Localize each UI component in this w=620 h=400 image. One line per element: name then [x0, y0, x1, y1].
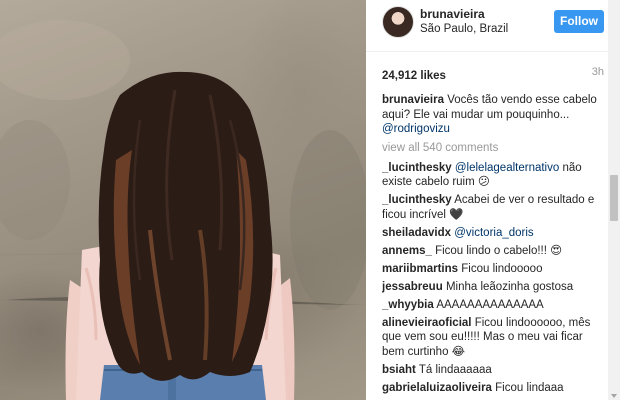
comment-username[interactable]: annems_ [382, 245, 432, 257]
likes-count[interactable]: 24,912 likes [382, 70, 446, 82]
comment-item: _lucinthesky Acabei de ver o resultado e… [382, 193, 604, 222]
comment-text: AAAAAAAAAAAAAA [436, 298, 544, 311]
comment-item: _lucinthesky @lelelagealternativo não ex… [382, 161, 604, 190]
post-photo[interactable] [0, 0, 366, 400]
comment-username[interactable]: alinevieiraoficial [382, 317, 472, 329]
post-details-panel: brunavieira São Paulo, Brazil Follow 24,… [366, 0, 620, 400]
comments-list: brunavieira Vocês tão vendo esse cabelo … [382, 93, 604, 400]
comment-item: sheiladavidx @victoria_doris [382, 226, 604, 241]
location-link[interactable]: São Paulo, Brazil [420, 23, 508, 35]
comment-username[interactable]: sheiladavidx [382, 227, 451, 239]
comment-username[interactable]: gabrielaluizaoliveira [382, 382, 492, 394]
comment-text: Ficou lindo o cabelo!!! 😍 [435, 244, 563, 257]
comment-text: Minha leãozinha gostosa [445, 280, 574, 293]
caption-username[interactable]: brunavieira [382, 94, 444, 106]
triangle-down-icon[interactable] [611, 394, 617, 398]
avatar[interactable] [382, 6, 414, 38]
comment-item: _whyybia AAAAAAAAAAAAAA [382, 298, 604, 313]
caption-mention[interactable]: @rodrigovizu [382, 123, 450, 135]
post-time[interactable]: 3h [592, 66, 604, 78]
comment-username[interactable]: _lucinthesky [382, 194, 452, 206]
scrollbar-thumb[interactable] [610, 175, 618, 221]
comment-item: mariibmartins Ficou lindooooo [382, 262, 604, 277]
comment-mention[interactable]: @lelelagealternativo [455, 162, 559, 174]
comment-item: bsiaht Tá lindaaaaaa [382, 363, 604, 378]
comment-username[interactable]: mariibmartins [382, 263, 458, 275]
view-all-comments-link[interactable]: view all 540 comments [382, 141, 604, 155]
comment-item: annems_ Ficou lindo o cabelo!!! 😍 [382, 244, 604, 259]
comment-item: jessabreuu Minha leãozinha gostosa [382, 280, 604, 295]
comment-username[interactable]: _lucinthesky [382, 162, 452, 174]
comment-item: alinevieiraoficial Ficou lindoooooo, mês… [382, 316, 604, 360]
username-link[interactable]: brunavieira [420, 7, 485, 21]
comment-item: gabrielaluizaoliveira Ficou lindaaa [382, 381, 604, 396]
comment-mention[interactable]: @victoria_doris [454, 227, 533, 239]
follow-button[interactable]: Follow [554, 10, 604, 33]
comment-username[interactable]: jessabreuu [382, 281, 443, 293]
comment-text: Ficou lindaaa [495, 381, 564, 394]
likes-row: 24,912 likes 3h [382, 66, 604, 82]
page-scrollbar[interactable] [608, 0, 620, 400]
comment-text: Ficou lindooooo [461, 262, 543, 275]
comment-text: Tá lindaaaaaa [418, 363, 492, 376]
post-header: brunavieira São Paulo, Brazil Follow [366, 0, 620, 52]
comment-username[interactable]: _whyybia [382, 299, 434, 311]
comment-username[interactable]: bsiaht [382, 364, 416, 376]
caption: brunavieira Vocês tão vendo esse cabelo … [382, 93, 604, 137]
photo-illustration [0, 20, 366, 400]
